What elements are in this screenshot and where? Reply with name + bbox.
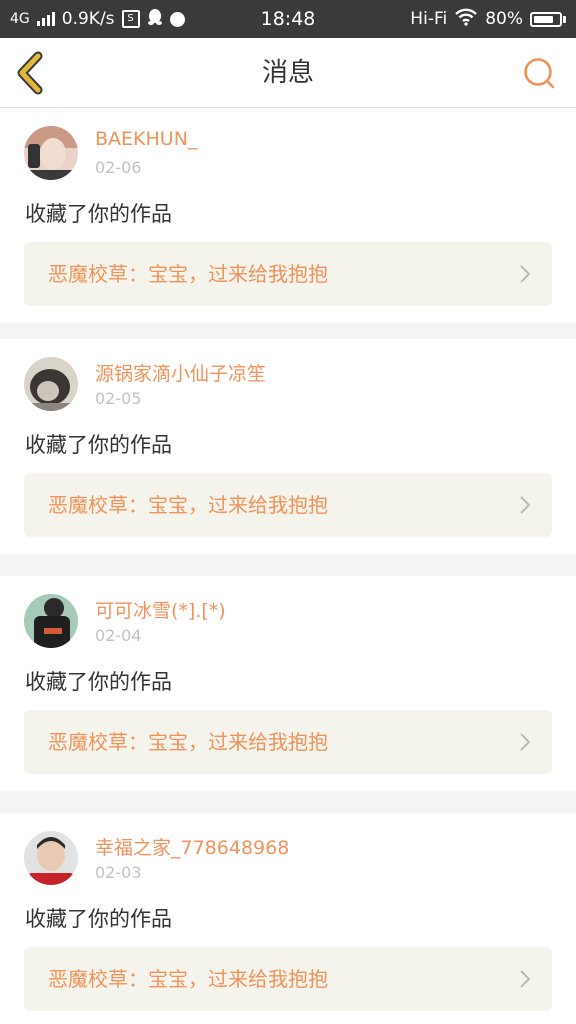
chevron-right-icon bbox=[520, 265, 530, 283]
battery-icon bbox=[530, 11, 566, 27]
work-link[interactable]: 恶魔校草：宝宝，过来给我抱抱 bbox=[24, 242, 552, 306]
status-bar: 4G 0.9K/s S 18:48 Hi-Fi 80% bbox=[0, 0, 576, 38]
messages-screen: 4G 0.9K/s S 18:48 Hi-Fi 80% 消息 BAEKHUN_ … bbox=[0, 0, 576, 1024]
chevron-right-icon bbox=[520, 970, 530, 988]
nav-header: 消息 bbox=[0, 38, 576, 108]
message-item[interactable]: BAEKHUN_ 02-06 收藏了你的作品 恶魔校草：宝宝，过来给我抱抱 bbox=[0, 108, 576, 323]
wifi-icon bbox=[454, 8, 478, 31]
qq-icon bbox=[147, 8, 163, 31]
signal-icon bbox=[36, 12, 55, 26]
work-link[interactable]: 恶魔校草：宝宝，过来给我抱抱 bbox=[24, 947, 552, 1011]
message-item[interactable]: 可可冰雪(*].[*) 02-04 收藏了你的作品 恶魔校草：宝宝，过来给我抱抱 bbox=[0, 576, 576, 791]
message-date: 02-05 bbox=[95, 389, 142, 408]
avatar[interactable] bbox=[24, 831, 78, 885]
message-date: 02-03 bbox=[95, 863, 142, 882]
action-text: 收藏了你的作品 bbox=[25, 670, 172, 694]
sim-icon: S bbox=[121, 10, 140, 28]
message-date: 02-04 bbox=[95, 626, 142, 645]
chevron-right-icon bbox=[520, 496, 530, 514]
avatar[interactable] bbox=[24, 594, 78, 648]
search-button[interactable] bbox=[522, 56, 556, 90]
work-title: 恶魔校草：宝宝，过来给我抱抱 bbox=[48, 730, 328, 754]
message-item[interactable]: 幸福之家_778648968 02-03 收藏了你的作品 恶魔校草：宝宝，过来给… bbox=[0, 813, 576, 1024]
page-title: 消息 bbox=[261, 58, 314, 88]
browser-icon bbox=[169, 11, 185, 27]
work-title: 恶魔校草：宝宝，过来给我抱抱 bbox=[48, 967, 328, 991]
battery-percent: 80% bbox=[485, 9, 523, 29]
network-speed: 0.9K/s bbox=[61, 9, 115, 29]
message-date: 02-06 bbox=[95, 158, 142, 177]
username[interactable]: BAEKHUN_ bbox=[95, 128, 197, 150]
work-link[interactable]: 恶魔校草：宝宝，过来给我抱抱 bbox=[24, 710, 552, 774]
work-title: 恶魔校草：宝宝，过来给我抱抱 bbox=[48, 493, 328, 517]
avatar[interactable] bbox=[24, 126, 78, 180]
action-text: 收藏了你的作品 bbox=[25, 202, 172, 226]
username[interactable]: 可可冰雪(*].[*) bbox=[95, 596, 226, 623]
username[interactable]: 源锅家滴小仙子凉笙 bbox=[95, 359, 266, 386]
work-link[interactable]: 恶魔校草：宝宝，过来给我抱抱 bbox=[24, 473, 552, 537]
username[interactable]: 幸福之家_778648968 bbox=[95, 833, 289, 860]
action-text: 收藏了你的作品 bbox=[25, 907, 172, 931]
search-icon bbox=[524, 58, 555, 89]
network-type: 4G bbox=[10, 11, 30, 27]
chevron-right-icon bbox=[520, 733, 530, 751]
avatar[interactable] bbox=[24, 357, 78, 411]
wifi-label: Hi-Fi bbox=[410, 9, 448, 29]
work-title: 恶魔校草：宝宝，过来给我抱抱 bbox=[48, 262, 328, 286]
message-item[interactable]: 源锅家滴小仙子凉笙 02-05 收藏了你的作品 恶魔校草：宝宝，过来给我抱抱 bbox=[0, 339, 576, 554]
action-text: 收藏了你的作品 bbox=[25, 433, 172, 457]
